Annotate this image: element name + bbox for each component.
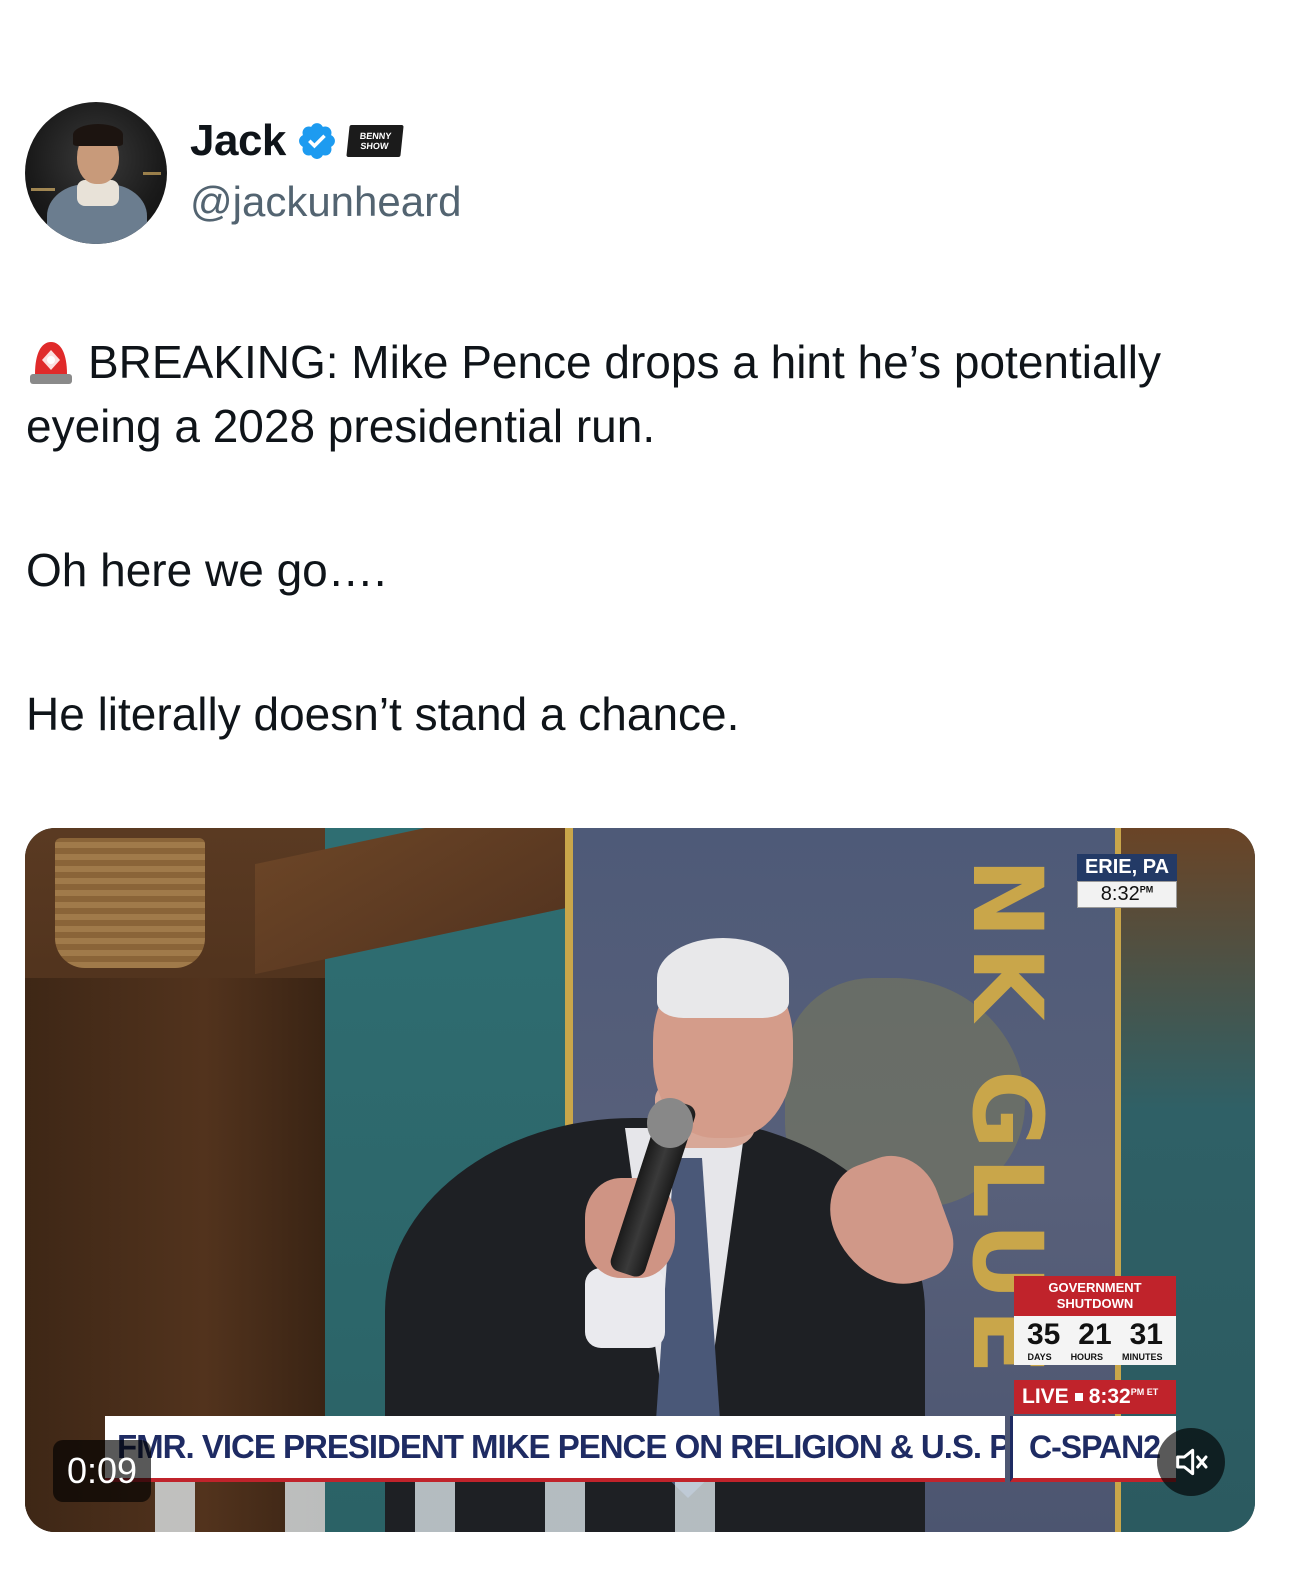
location-label: ERIE, PA	[1077, 854, 1177, 881]
live-time-value: 8:32	[1088, 1385, 1131, 1408]
tweet-paragraph-3: He literally doesn’t stand a chance.	[26, 688, 740, 740]
tweet-paragraph-1: BREAKING: Mike Pence drops a hint he’s p…	[26, 330, 1256, 458]
affiliate-badge-line1: BENNY	[359, 131, 392, 141]
speaker-muted-icon	[1176, 1448, 1208, 1476]
location-time-suffix: PM	[1139, 884, 1154, 895]
affiliate-badge-line2: SHOW	[359, 141, 389, 151]
tweet-text: BREAKING: Mike Pence drops a hint he’s p…	[26, 330, 1256, 746]
live-dot-icon	[1074, 1393, 1083, 1401]
verified-badge-icon[interactable]	[296, 120, 338, 162]
shutdown-days-label: DAYS	[1027, 1352, 1052, 1362]
live-indicator: LIVE 8:32PM ET	[1014, 1380, 1176, 1414]
author-handle[interactable]: @jackunheard	[190, 178, 461, 226]
microphone-head	[647, 1098, 693, 1148]
location-time-value: 8:32	[1100, 883, 1140, 905]
author-name[interactable]: Jack	[190, 116, 286, 166]
location-bug: ERIE, PA 8:32PM	[1077, 854, 1177, 908]
shutdown-labels: DAYS HOURS MINUTES	[1014, 1352, 1176, 1365]
mute-button[interactable]	[1157, 1428, 1225, 1496]
police-light-emoji-icon	[30, 342, 72, 384]
avatar[interactable]	[25, 102, 167, 244]
shutdown-title: GOVERNMENT SHUTDOWN	[1014, 1276, 1176, 1316]
tweet-paragraph-1-text: BREAKING: Mike Pence drops a hint he’s p…	[26, 336, 1162, 452]
video-scene-basket	[55, 838, 205, 968]
shutdown-days: 35	[1026, 1318, 1061, 1351]
water-bottles	[155, 1478, 715, 1532]
live-time: 8:32PM ET	[1089, 1385, 1159, 1409]
lower-third-headline: FMR. VICE PRESIDENT MIKE PENCE ON RELIGI…	[105, 1416, 1005, 1482]
shutdown-hours: 21	[1078, 1318, 1112, 1351]
video-timestamp: 0:09	[53, 1440, 152, 1502]
tweet-paragraph-2: Oh here we go….	[26, 544, 387, 596]
shutdown-counter: GOVERNMENT SHUTDOWN 35 21 31 DAYS HOURS …	[1014, 1276, 1176, 1365]
shutdown-minutes-label: MINUTES	[1122, 1352, 1163, 1362]
speaker-cuff	[585, 1268, 665, 1348]
network-logo: C-SPAN2	[1010, 1416, 1176, 1482]
video-player[interactable]: NK GLUE ERIE, PA 8:32PM GOVERNMENT SHUTD…	[25, 828, 1255, 1532]
author-name-row: Jack BENNY SHOW	[190, 116, 404, 166]
affiliate-badge[interactable]: BENNY SHOW	[346, 125, 404, 157]
live-time-suffix: PM ET	[1130, 1387, 1159, 1397]
speaker-hair	[657, 938, 789, 1018]
location-time: 8:32PM	[1077, 881, 1177, 908]
shutdown-count: 35 21 31	[1014, 1316, 1176, 1352]
shutdown-hours-label: HOURS	[1070, 1352, 1104, 1362]
shutdown-minutes: 31	[1129, 1318, 1163, 1351]
live-label: LIVE	[1022, 1385, 1069, 1408]
